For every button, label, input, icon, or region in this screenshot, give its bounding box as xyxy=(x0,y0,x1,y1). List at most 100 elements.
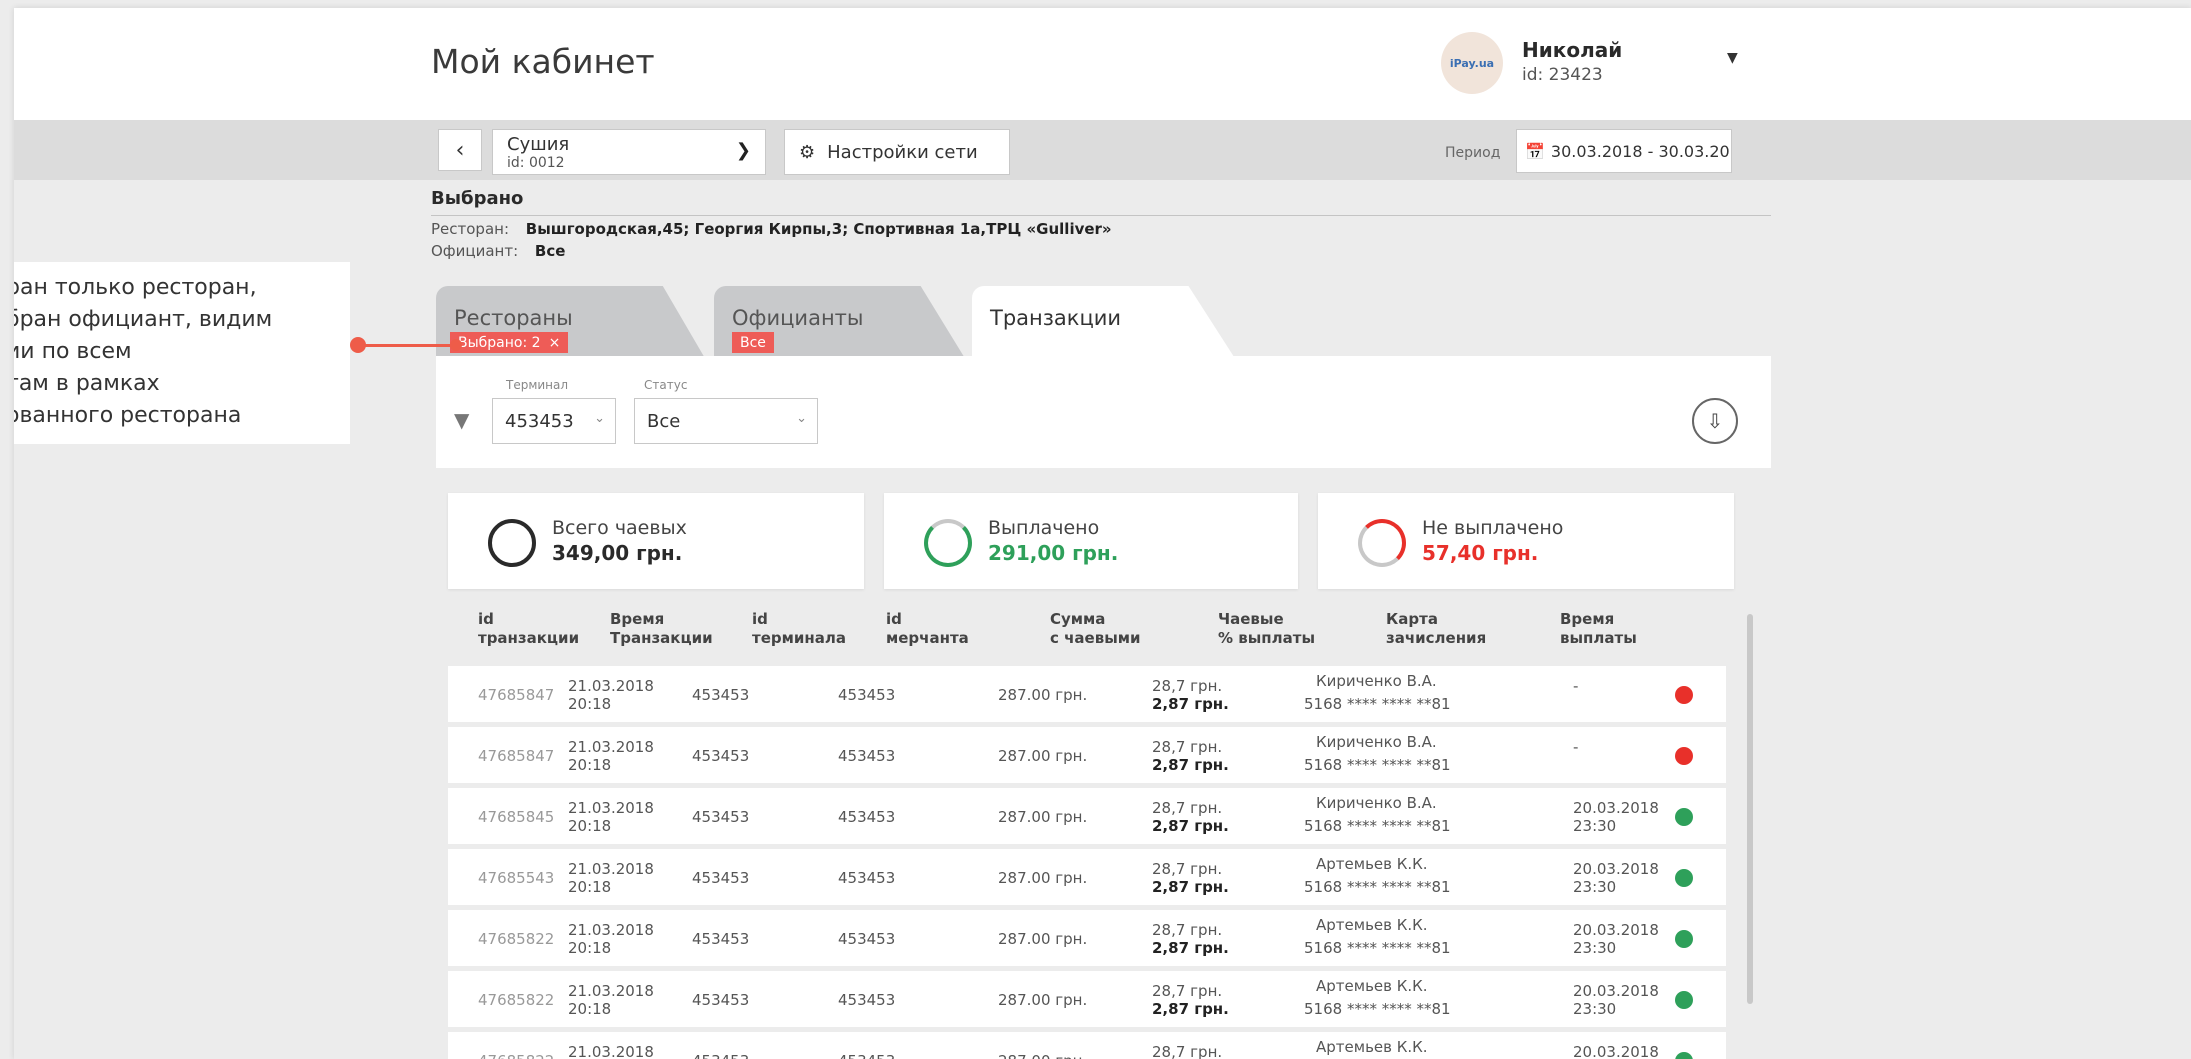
cell-id: 47685847 xyxy=(478,686,555,704)
col-header-line2: зачисления xyxy=(1386,629,1487,647)
chevron-down-icon[interactable]: ▼ xyxy=(1727,50,1738,66)
cell-terminal: 453453 xyxy=(692,869,750,887)
col-header[interactable]: Время Транзакции xyxy=(610,610,713,648)
transactions-panel: ▼ Терминал 453453 ⌄ Статус Все ⌄ ⇩ Всего… xyxy=(436,356,1771,1059)
cell-terminal: 453453 xyxy=(692,1052,749,1059)
avatar[interactable]: iPay.ua xyxy=(1441,32,1503,94)
cell-tip: 28,7 грн.2,87 грн. xyxy=(1152,738,1229,774)
cell-date: 21.03.2018 xyxy=(568,738,654,756)
col-header[interactable]: Чаевые% выплаты xyxy=(1218,610,1315,648)
tip-paid: 2,87 грн. xyxy=(1152,817,1229,835)
cell-paid-date: 20.03.2018 xyxy=(1573,1043,1659,1059)
cell-card-num: 5168 **** **** **81 xyxy=(1304,1000,1451,1018)
badge-text: Все xyxy=(740,334,766,351)
close-icon[interactable]: × xyxy=(549,335,561,351)
annotation-dot xyxy=(450,339,462,351)
cell-paid-date: 20.03.2018 xyxy=(1573,799,1659,817)
cell-id: 47685822 xyxy=(478,930,555,948)
cell-sum: 287.00 грн. xyxy=(998,747,1088,765)
tab-restaurants[interactable]: Рестораны Выбрано: 2 × xyxy=(436,286,706,360)
selected-summary: Выбрано Ресторан: Вышгородская,45; Георг… xyxy=(431,188,1771,260)
restaurant-id: id: 0012 xyxy=(507,155,565,171)
col-header[interactable]: Карта зачисления xyxy=(1386,610,1486,648)
table-row[interactable]: 4768582221.03.201820:18453453453453287.0… xyxy=(448,910,1726,966)
stat-value: 291,00 грн. xyxy=(988,541,1119,565)
status-dot-icon xyxy=(1675,747,1693,765)
cell-time: 20:18 xyxy=(568,878,612,896)
col-header[interactable]: id мерчанта xyxy=(886,610,969,648)
cell-paid-date: - xyxy=(1573,738,1579,756)
cell-date: 21.03.2018 xyxy=(568,1043,654,1059)
cell-date: 21.03.2018 xyxy=(568,799,654,817)
header: Мой кабинет iPay.ua Николай id: 23423 ▼ xyxy=(14,8,2191,120)
cell-merchant: 453453 xyxy=(838,747,896,765)
cell-id: 47685822 xyxy=(478,1052,554,1059)
export-button[interactable]: ⇩ xyxy=(1692,398,1738,444)
col-header-line2: % выплаты xyxy=(1218,629,1316,647)
table-row[interactable]: 47685847 21.03.2018 20:18 453453 453453 287.0… xyxy=(448,666,1726,722)
tab-label: Рестораны xyxy=(454,306,573,330)
col-header[interactable]: id терминала xyxy=(752,610,846,648)
cell-terminal: 453453 xyxy=(692,930,750,948)
terminal-label: Терминал xyxy=(506,378,569,392)
table-row[interactable]: 47685845 21.03.2018 20:18 453453 453453 287.0… xyxy=(448,788,1726,844)
annotation-line: ованного ресторана xyxy=(14,403,242,428)
status-dot-icon xyxy=(1675,1052,1693,1059)
table-row[interactable]: 47685847 21.03.2018 20:18 453453 453453 287.0… xyxy=(448,727,1726,783)
cell-time: 20:18 xyxy=(568,695,612,713)
col-header[interactable]: Время выплаты xyxy=(1560,610,1637,648)
cell-paid-time: 23:30 xyxy=(1573,939,1617,957)
annotation-dot xyxy=(350,337,366,353)
table-body: 47685847 21.03.2018 20:18 453453 453453 287.0… xyxy=(448,666,1726,1059)
download-icon: ⇩ xyxy=(1706,409,1724,433)
cell-terminal: 453453 xyxy=(692,991,750,1009)
cell-time: 20:18 xyxy=(568,939,612,957)
cell-paid-time: 23:30 xyxy=(1573,1000,1617,1018)
cell-card-name: Артемьев К.К. xyxy=(1316,916,1428,934)
cell-terminal: 453453 xyxy=(692,686,750,704)
cell-tip: 28,7 грн.2,87 грн. xyxy=(1152,921,1229,957)
annotation-note: ран только ресторан, бран официант, види… xyxy=(14,262,350,444)
period-label: Период xyxy=(1445,145,1501,161)
gear-icon: ⚙ xyxy=(799,141,816,163)
cell-card-num: 5168 **** **** **81 xyxy=(1304,878,1451,896)
cell-tip: 28,7 грн.2,87 грн. xyxy=(1152,1043,1229,1059)
chevron-left-icon: ‹ xyxy=(455,137,465,163)
user-name[interactable]: Николай xyxy=(1522,38,1622,62)
status-select[interactable]: Все ⌄ xyxy=(634,398,818,444)
network-settings-button[interactable]: ⚙ Настройки сети xyxy=(784,129,1010,175)
terminal-select[interactable]: 453453 ⌄ xyxy=(492,398,616,444)
cell-date: 21.03.2018 xyxy=(568,982,654,1000)
table-row[interactable]: 47685543 21.03.2018 20:18 453453 453453 287.0… xyxy=(448,849,1726,905)
tip-amount: 28,7 грн. xyxy=(1152,982,1223,1000)
cell-sum: 287.00 грн. xyxy=(998,686,1088,704)
selected-waiter-value: Все xyxy=(534,242,566,260)
col-header[interactable]: id транзакции xyxy=(478,610,579,648)
table-row[interactable]: 4768582221.03.201820:18453453453453287.0… xyxy=(448,971,1726,1027)
tip-amount: 28,7 грн. xyxy=(1152,921,1223,939)
col-header-line1: Карта xyxy=(1386,610,1438,628)
page-title: Мой кабинет xyxy=(431,42,655,81)
cell-card-num: 5168 **** **** **81 xyxy=(1304,817,1451,835)
back-button[interactable]: ‹ xyxy=(438,129,482,171)
tab-transactions[interactable]: Транзакции xyxy=(972,286,1236,360)
col-header-line2: мерчанта xyxy=(886,629,969,647)
toolbar: ‹ Сушия id: 0012 ❯ ⚙ Настройки сети Пери… xyxy=(14,120,2191,180)
tab-waiters[interactable]: Официанты Все xyxy=(714,286,966,360)
col-header-line1: Время xyxy=(1560,610,1615,628)
tip-amount: 28,7 грн. xyxy=(1152,677,1223,695)
period-picker[interactable]: 📅 30.03.2018 - 30.03.2018 xyxy=(1516,129,1732,173)
cell-paid-time: 23:30 xyxy=(1573,878,1617,896)
tip-paid: 2,87 грн. xyxy=(1152,695,1229,713)
table-row[interactable]: 4768582221.03.201820:18453453453453287.0… xyxy=(448,1032,1726,1059)
chevron-down-icon: ⌄ xyxy=(796,411,807,426)
col-header[interactable]: Сумма с чаевыми xyxy=(1050,610,1141,648)
cell-sum: 287.00 грн. xyxy=(998,930,1088,948)
cell-paid-date: 20.03.2018 xyxy=(1573,921,1659,939)
table-scrollbar[interactable] xyxy=(1747,614,1753,1004)
cell-merchant: 453453 xyxy=(838,869,896,887)
restaurant-select[interactable]: Сушия id: 0012 ❯ xyxy=(492,129,766,175)
cell-time: 20:18 xyxy=(568,817,612,835)
cell-paid-date: 20.03.2018 xyxy=(1573,860,1659,878)
status-dot-icon xyxy=(1675,991,1693,1009)
